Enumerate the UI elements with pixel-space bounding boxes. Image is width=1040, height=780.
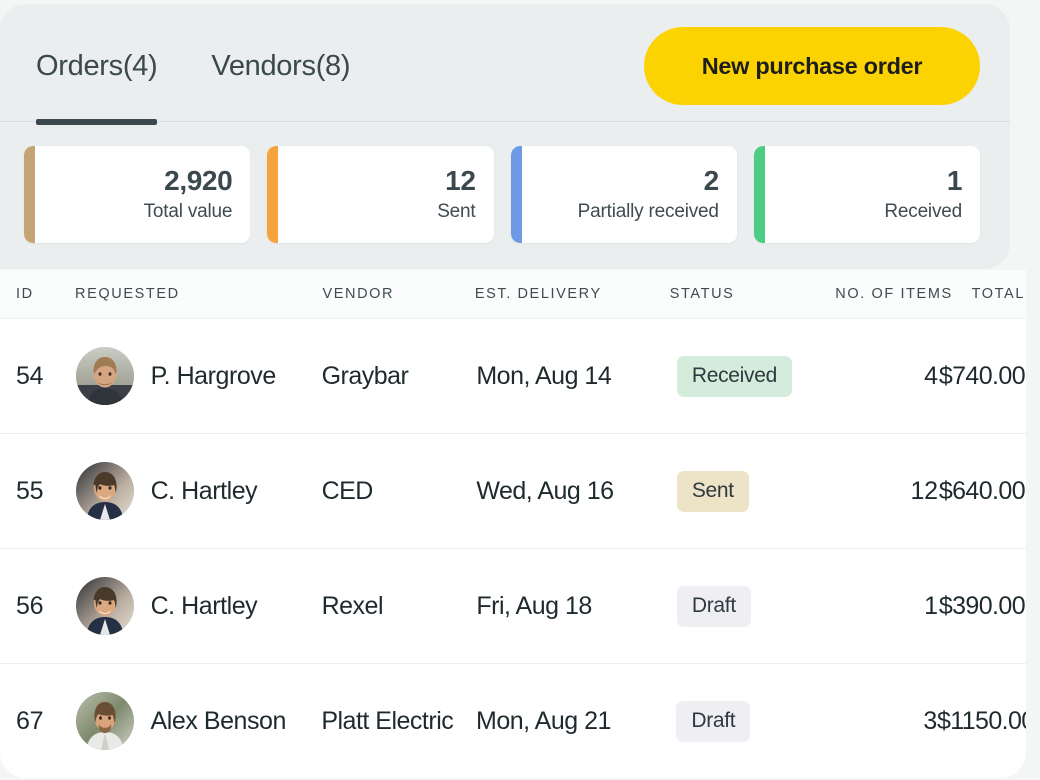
status-badge: Draft — [676, 700, 751, 742]
tab-bar: Orders(4) Vendors(8) New purchase order — [0, 4, 1010, 125]
cell-requested: P. Hargrove — [68, 347, 321, 405]
stat-label: Partially received — [577, 200, 719, 222]
cell-id: 55 — [16, 476, 44, 505]
cell-status: Draft — [662, 700, 833, 742]
cell-total: $740.00 — [938, 361, 1026, 390]
stat-body: 2,920 Total value — [35, 146, 233, 243]
cell-vendor: CED — [321, 476, 374, 505]
table-row[interactable]: 56 C. Hartley Rexel Fri, Aug 18 Draft 1 … — [0, 549, 1026, 664]
stat-value: 1 — [946, 165, 963, 197]
cell-id: 56 — [16, 591, 44, 620]
cell-items: 4 — [924, 361, 938, 390]
tab-list: Orders(4) Vendors(8) — [36, 4, 351, 125]
tab-vendors[interactable]: Vendors(8) — [211, 4, 350, 125]
cell-total: $1150.00 — [936, 706, 1026, 735]
avatar — [75, 577, 134, 635]
cell-total: $390.00 — [938, 591, 1026, 620]
table-row[interactable]: 55 C. Hartley CED Wed, Aug 16 Sent 12 $6… — [0, 434, 1026, 549]
cell-status: Sent — [663, 470, 834, 512]
column-header-delivery: Est. Delivery — [474, 286, 602, 302]
stat-label: Sent — [437, 200, 476, 222]
stat-label: Received — [884, 200, 962, 222]
table-header-row: ID Requested Vendor Est. Delivery Status… — [0, 270, 1026, 319]
status-badge: Draft — [676, 585, 751, 627]
avatar — [75, 692, 134, 750]
cell-delivery: Mon, Aug 21 — [476, 706, 611, 735]
cell-items: 12 — [910, 476, 939, 505]
stat-value: 2 — [703, 165, 720, 197]
cell-id: 67 — [16, 706, 44, 735]
cell-vendor: Platt Electric — [321, 706, 454, 735]
stat-card-partially-received: 2 Partially received — [510, 146, 737, 243]
requester-name: P. Hargrove — [150, 361, 277, 390]
stats-row: 2,920 Total value 12 Sent 2 Partially re… — [0, 122, 1010, 269]
purchase-orders-app: Orders(4) Vendors(8) New purchase order … — [0, 0, 1040, 780]
cell-delivery: Fri, Aug 18 — [476, 591, 592, 620]
column-header-items: No. of items — [835, 286, 953, 302]
status-badge: Sent — [676, 470, 749, 512]
stat-accent-bar — [24, 146, 35, 243]
column-header-id: ID — [16, 286, 34, 302]
status-badge: Received — [676, 355, 792, 397]
stat-value: 12 — [445, 165, 476, 197]
cell-requested: Alex Benson — [68, 692, 321, 750]
stat-accent-bar — [267, 146, 279, 243]
stat-card-received: 1 Received — [753, 146, 980, 243]
tab-orders[interactable]: Orders(4) — [36, 4, 158, 125]
stat-body: 2 Partially received — [522, 146, 719, 243]
cell-status: Draft — [663, 585, 834, 627]
cell-vendor: Graybar — [321, 361, 409, 390]
cell-vendor: Rexel — [321, 591, 384, 620]
table-row[interactable]: 54 P. Hargrove Graybar Mon, Aug 14 Recei… — [0, 319, 1026, 434]
cell-total: $640.00 — [938, 476, 1026, 505]
orders-table: ID Requested Vendor Est. Delivery Status… — [0, 270, 1026, 778]
tab-active-underline — [36, 119, 158, 125]
stat-value: 2,920 — [164, 165, 233, 197]
cell-delivery: Mon, Aug 14 — [476, 361, 612, 390]
cell-status: Received — [663, 355, 834, 397]
stat-accent-bar — [510, 146, 522, 243]
avatar — [75, 347, 134, 405]
requester-name: C. Hartley — [150, 476, 258, 505]
table-row[interactable]: 67 Alex Benson Platt Electric Mon, Aug 2… — [0, 664, 1026, 778]
column-header-total: Total — [971, 286, 1025, 302]
stat-accent-bar — [753, 146, 765, 243]
top-panel: Orders(4) Vendors(8) New purchase order … — [0, 4, 1010, 269]
stat-card-sent: 12 Sent — [267, 146, 494, 243]
requester-name: C. Hartley — [150, 591, 258, 620]
cell-items: 3 — [923, 706, 937, 735]
cell-items: 1 — [924, 591, 938, 620]
new-purchase-order-button[interactable]: New purchase order — [644, 27, 980, 105]
stat-card-total-value: 2,920 Total value — [24, 146, 251, 243]
cell-delivery: Wed, Aug 16 — [476, 476, 614, 505]
column-header-vendor: Vendor — [322, 286, 395, 302]
column-header-requested: Requested — [75, 286, 180, 302]
cell-requested: C. Hartley — [68, 577, 321, 635]
requester-name: Alex Benson — [150, 706, 287, 735]
stat-body: 12 Sent — [278, 146, 476, 243]
avatar — [75, 462, 134, 520]
tab-vendors-label: Vendors(8) — [211, 50, 351, 82]
tab-orders-label: Orders(4) — [36, 50, 158, 82]
column-header-status: Status — [669, 286, 735, 302]
stat-label: Total value — [143, 200, 233, 222]
cell-requested: C. Hartley — [68, 462, 321, 520]
cell-id: 54 — [16, 361, 44, 390]
stat-body: 1 Received — [765, 146, 962, 243]
